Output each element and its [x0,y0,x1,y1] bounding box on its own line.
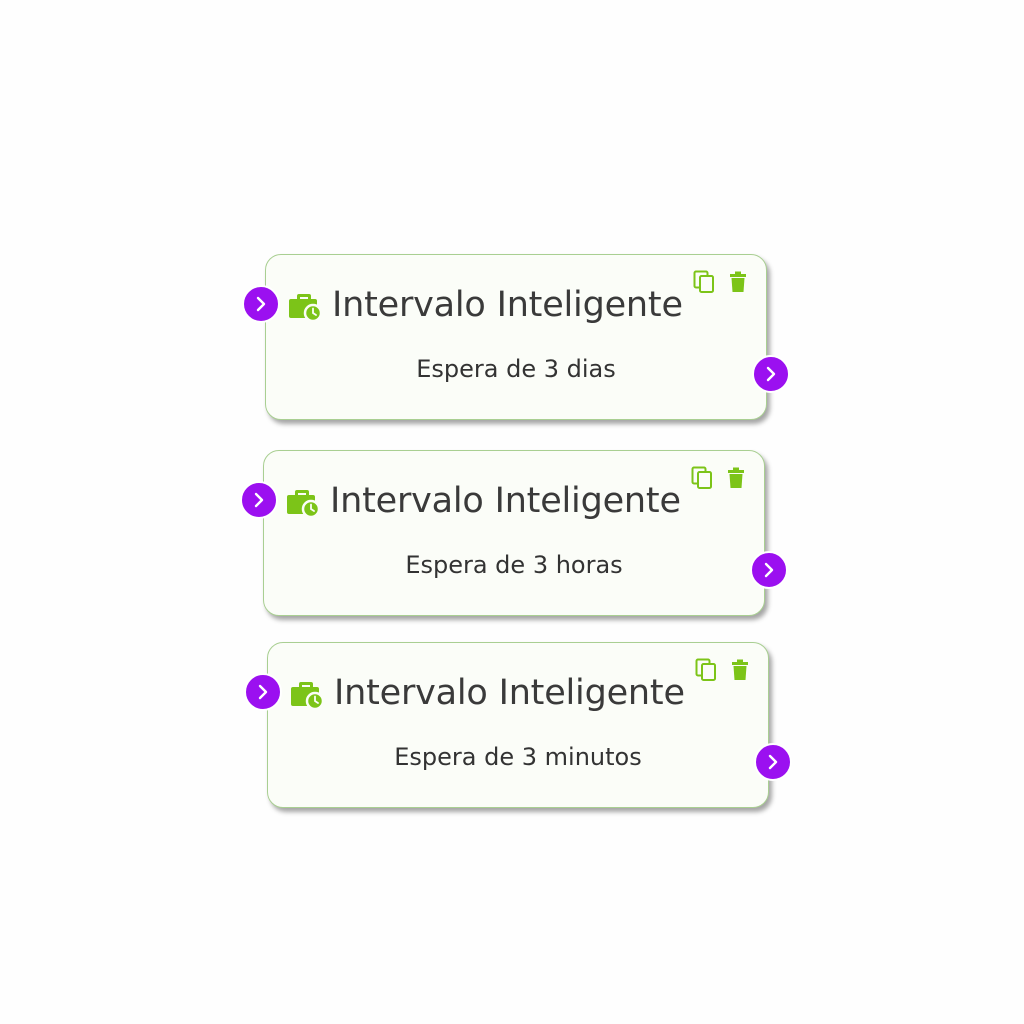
duplicate-button[interactable] [691,466,713,490]
node-header: Intervalo Inteligente [288,283,683,327]
node-title: Intervalo Inteligente [334,673,685,713]
briefcase-clock-icon [289,294,322,322]
flow-canvas[interactable]: Intervalo Inteligente Espera de 3 dias I… [0,0,1024,1024]
output-port[interactable] [752,355,790,393]
output-port[interactable] [750,551,788,589]
chevron-right-icon [768,754,778,770]
input-port[interactable] [244,673,282,711]
delete-button[interactable] [725,466,747,490]
chevron-right-icon [256,296,266,312]
chevron-right-icon [254,492,264,508]
node-subtitle: Espera de 3 minutos [394,743,642,771]
trash-icon [728,467,744,488]
copy-icon [695,658,716,681]
chevron-right-icon [258,684,268,700]
flow-node-wait[interactable]: Intervalo Inteligente Espera de 3 dias [242,254,790,420]
output-port[interactable] [754,743,792,781]
duplicate-button[interactable] [695,658,717,682]
copy-icon [693,270,714,293]
duplicate-button[interactable] [693,270,715,294]
flow-node-wait[interactable]: Intervalo Inteligente Espera de 3 horas [240,450,788,616]
node-title: Intervalo Inteligente [332,285,683,325]
delete-button[interactable] [729,658,751,682]
node-header: Intervalo Inteligente [286,479,681,523]
briefcase-clock-icon [287,490,320,518]
copy-icon [691,466,712,489]
trash-icon [732,659,748,680]
node-subtitle: Espera de 3 dias [416,355,616,383]
chevron-right-icon [766,366,776,382]
input-port[interactable] [240,481,278,519]
node-header: Intervalo Inteligente [290,671,685,715]
node-actions [693,270,749,294]
flow-node-wait[interactable]: Intervalo Inteligente Espera de 3 minuto… [244,642,792,808]
delete-button[interactable] [727,270,749,294]
chevron-right-icon [764,562,774,578]
node-actions [695,658,751,682]
node-actions [691,466,747,490]
node-subtitle: Espera de 3 horas [405,551,623,579]
input-port[interactable] [242,285,280,323]
node-title: Intervalo Inteligente [330,481,681,521]
trash-icon [730,271,746,292]
briefcase-clock-icon [291,682,324,710]
